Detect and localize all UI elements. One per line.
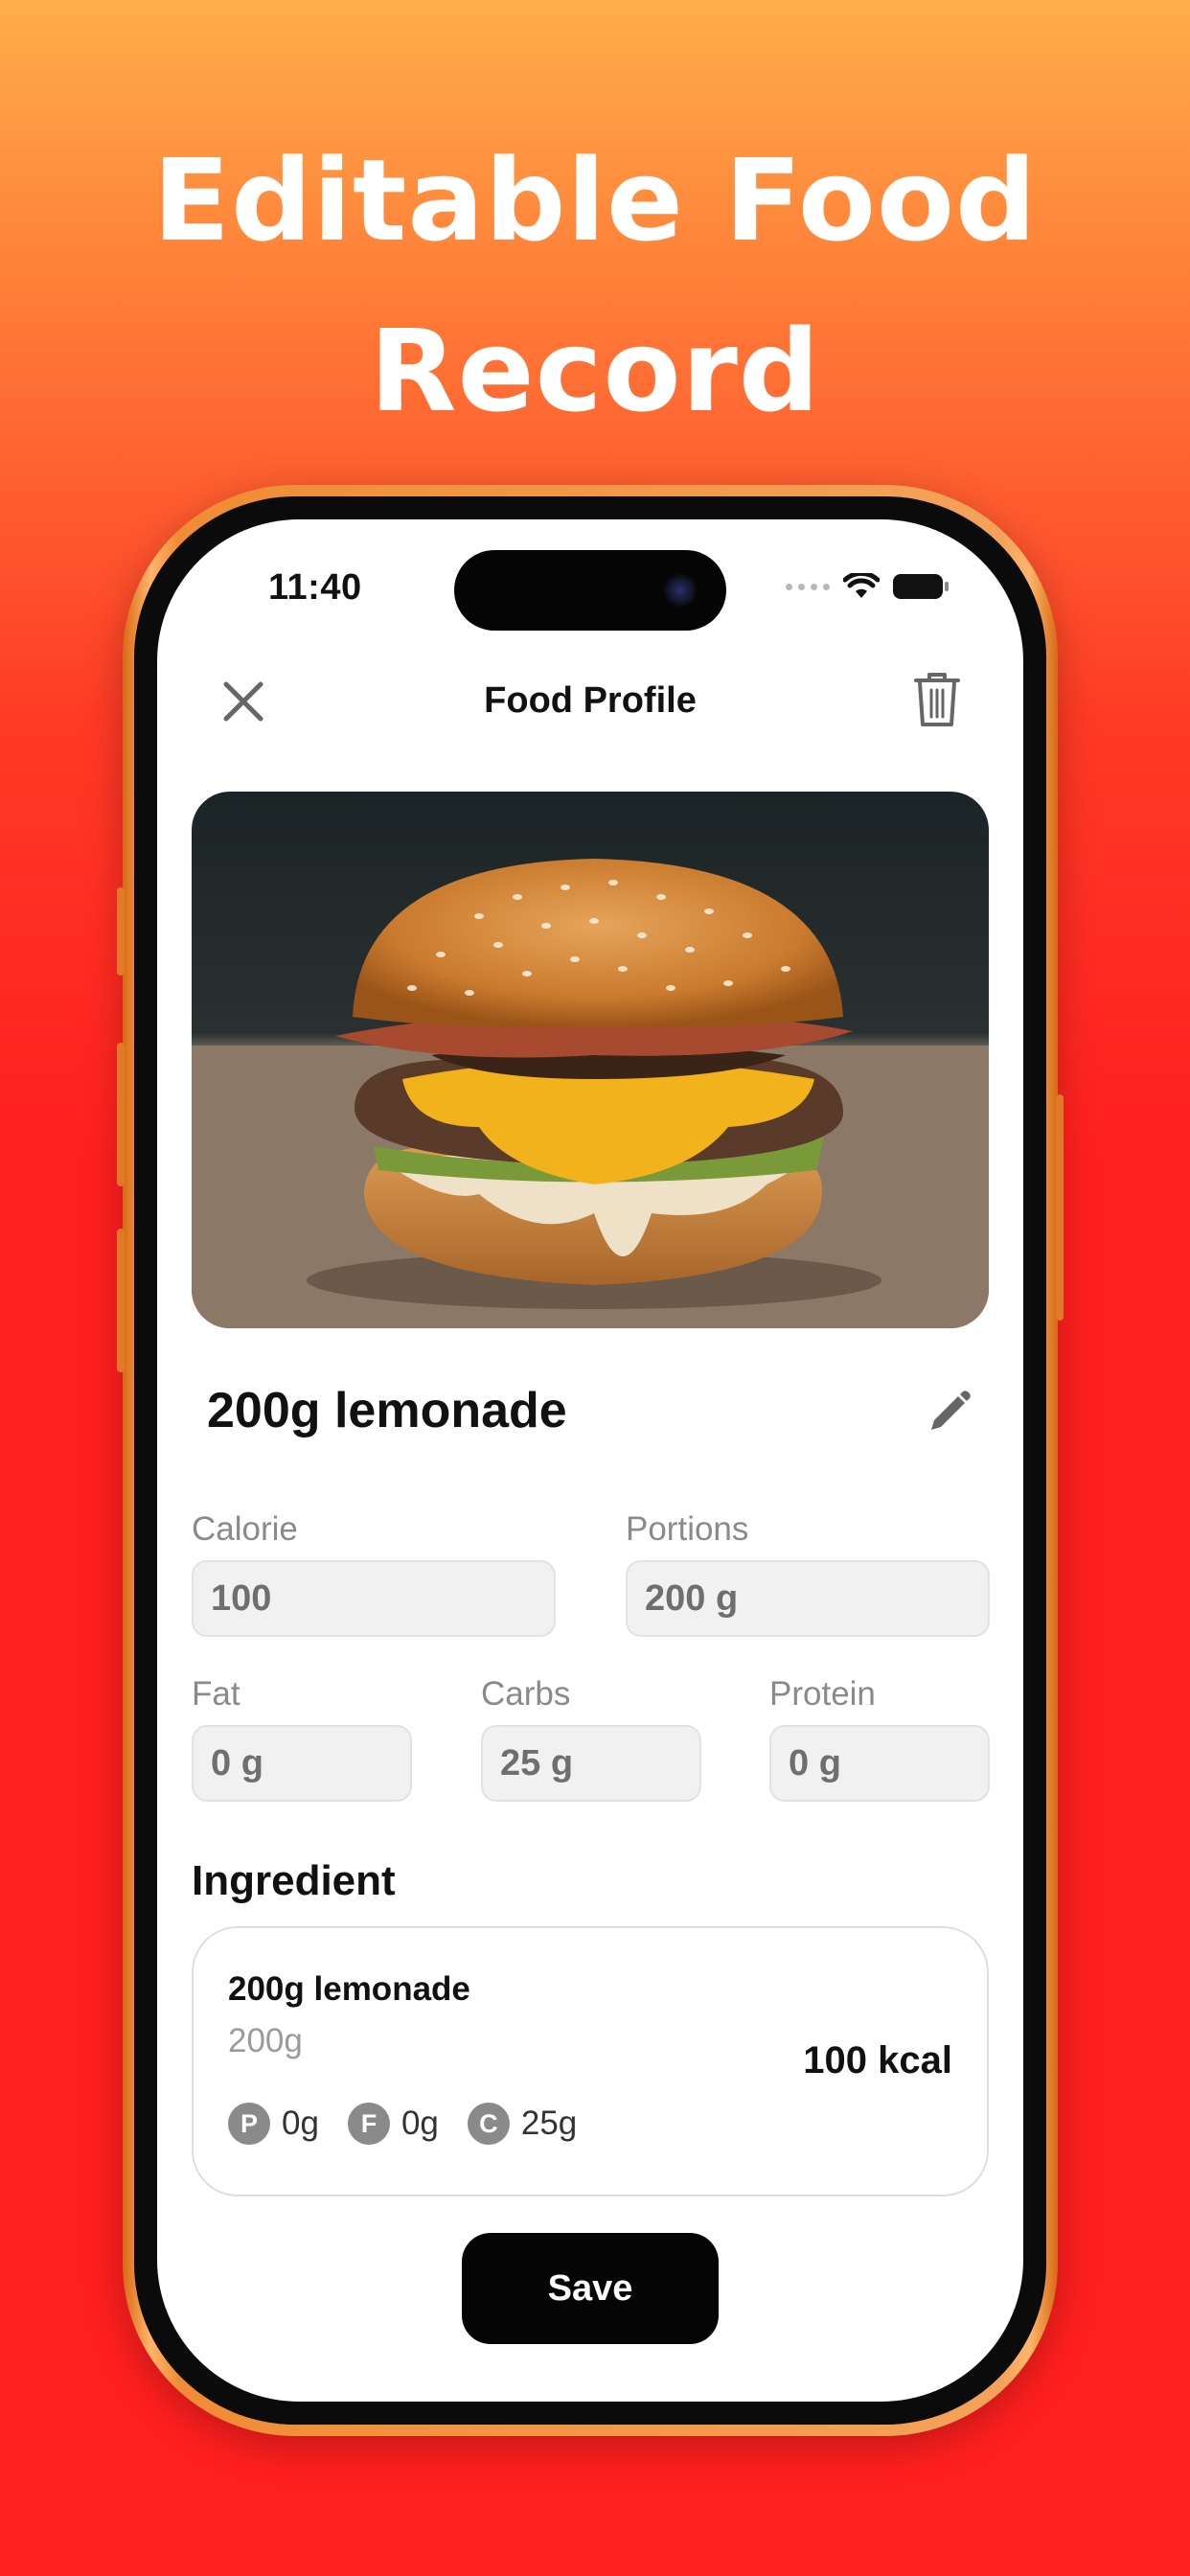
ingredient-name: 200g lemonade [228, 1970, 470, 2008]
battery-icon [893, 574, 949, 599]
protein-field[interactable]: 0 g [769, 1725, 990, 1802]
ingredient-macros: P 0g F 0g C 25g [228, 2103, 606, 2145]
phone-power-button [1056, 1094, 1064, 1321]
dynamic-island [454, 550, 726, 631]
phone-action-button [117, 887, 125, 976]
macro-carbs: C 25g [467, 2103, 578, 2145]
food-name: 200g lemonade [207, 1383, 567, 1438]
signal-icon [786, 583, 830, 590]
protein-badge-icon: P [228, 2103, 270, 2145]
fat-label: Fat [192, 1675, 240, 1713]
ingredient-section-title: Ingredient [192, 1857, 396, 1904]
ingredient-amount: 200g [228, 2022, 303, 2059]
fat-field[interactable]: 0 g [192, 1725, 412, 1802]
phone-volume-down-button [117, 1229, 125, 1372]
macro-fat: F 0g [347, 2103, 439, 2145]
carbs-field[interactable]: 25 g [481, 1725, 701, 1802]
page-title: Food Profile [484, 680, 697, 721]
save-button[interactable]: Save [462, 2233, 719, 2344]
carbs-badge-icon: C [467, 2103, 510, 2145]
food-photo[interactable] [192, 792, 989, 1328]
phone-screen: 11:40 Food Profile 200g lemonade Calorie… [157, 519, 1023, 2402]
ingredient-kcal: 100 kcal [803, 2039, 952, 2082]
protein-label: Protein [769, 1675, 876, 1713]
trash-icon [914, 673, 960, 726]
camera-icon [663, 573, 698, 608]
carbs-label: Carbs [481, 1675, 571, 1713]
calorie-label: Calorie [192, 1510, 298, 1548]
wifi-icon [843, 573, 880, 598]
fat-badge-icon: F [347, 2103, 390, 2145]
phone-volume-up-button [117, 1043, 125, 1186]
macro-protein-value: 0g [282, 2104, 319, 2142]
headline-line-2: Record [369, 305, 821, 437]
status-time: 11:40 [268, 567, 362, 608]
macro-carbs-value: 25g [520, 2104, 578, 2142]
edit-name-button[interactable] [922, 1386, 975, 1439]
portions-field[interactable]: 200 g [626, 1560, 990, 1637]
status-indicators [786, 573, 949, 600]
delete-button[interactable] [908, 669, 966, 730]
macro-fat-value: 0g [400, 2104, 439, 2142]
pencil-icon [931, 1391, 971, 1430]
macro-protein: P 0g [228, 2103, 319, 2145]
ingredient-card[interactable]: 200g lemonade 200g 100 kcal P 0g F 0g C … [192, 1926, 989, 2196]
headline: Editable Food Record [0, 115, 1190, 456]
headline-line-1: Editable Food [152, 134, 1038, 266]
portions-label: Portions [626, 1510, 749, 1548]
burger-photo [192, 792, 989, 1328]
calorie-field[interactable]: 100 [192, 1560, 556, 1637]
